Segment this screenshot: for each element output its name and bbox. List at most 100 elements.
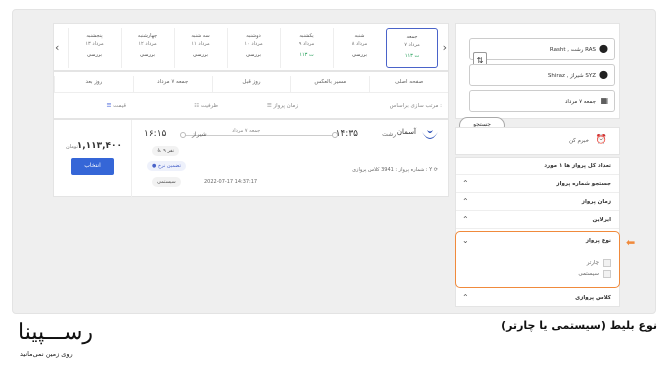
location-pin-icon: ⬤ <box>599 70 608 79</box>
airline-name: آسمان <box>396 128 416 136</box>
sort-capacity-label: ظرفیت <box>200 103 218 109</box>
day-price: بررسی <box>140 52 155 58</box>
day-name: شنبه <box>354 33 365 39</box>
airline-logo-icon <box>422 130 438 139</box>
date-value: جمعه ۷ مرداد <box>564 99 596 105</box>
tab-row: صفحه اصلی مسیر بالعکس روز قبل جمعه ۷ مرد… <box>54 76 448 93</box>
calendar-icon: ▦ <box>600 96 608 105</box>
day-thursday[interactable]: پنجشنبه ۱۳ مرداد بررسی <box>68 28 120 68</box>
next-arrow-icon[interactable]: › <box>443 41 447 54</box>
sort-label: مرتب سازی براساس : <box>389 103 442 109</box>
filter-count-label: تعداد کل پرواز ها ۱ مورد <box>544 163 611 169</box>
filter-flight-type[interactable]: نوع پرواز ⌄ چارتر سیستمی <box>455 231 620 288</box>
chevron-up-icon: ⌃ <box>462 293 469 302</box>
history-icon: ⟳ <box>433 167 438 173</box>
sort-capacity-option[interactable]: ☷ ظرفیت <box>194 103 218 109</box>
filter-label: جستجو شماره پرواز <box>556 181 611 187</box>
seats-chip: ♿ ۹ نفر <box>152 146 180 156</box>
flight-type-chip: سیستمی <box>152 177 181 187</box>
flight-card: ۱,۱۱۳,۴۰۰ تومان انتخاب آسمان ۱۴:۳۵ رشت ج… <box>53 119 449 198</box>
origin-field[interactable]: Rasht , رشت RAS ⬤ <box>469 38 615 60</box>
seats-count: ۹ نفر <box>163 148 175 154</box>
day-price: بررسی <box>87 52 102 58</box>
chevron-up-icon: ⌃ <box>462 197 469 206</box>
destination-city: شیراز <box>192 131 207 138</box>
day-price: بررسی <box>193 52 208 58</box>
destination-field[interactable]: Shiraz , شیراز SYZ ⬤ <box>469 64 615 86</box>
brand-name: رســـپینا <box>18 320 94 345</box>
fare-guarantee-label: تضمین نرخ <box>157 163 181 169</box>
day-date: ۱۱ مرداد <box>191 41 210 47</box>
tab-reverse-route[interactable]: مسیر بالعکس <box>290 76 369 92</box>
filter-flight-number[interactable]: جستجو شماره پرواز ⌃ <box>456 176 619 193</box>
price-panel: ۱,۱۱۳,۴۰۰ تومان انتخاب <box>54 120 132 198</box>
filter-label: نوع پرواز <box>585 238 611 244</box>
system-checkbox[interactable] <box>603 270 611 278</box>
notify-me-label: خبرم کن <box>568 138 589 144</box>
date-field[interactable]: جمعه ۷ مرداد ▦ <box>469 90 615 112</box>
filter-flight-time[interactable]: زمان پرواز ⌃ <box>456 194 619 211</box>
day-wednesday[interactable]: چهارشنبه ۱۲ مرداد بررسی <box>121 28 173 68</box>
sort-time-label: زمان پرواز <box>273 103 298 109</box>
day-name: یکشنبه <box>299 33 314 39</box>
day-saturday[interactable]: شنبه ۸ مرداد بررسی <box>333 28 385 68</box>
tab-next-day[interactable]: روز بعد <box>54 76 133 92</box>
tab-home[interactable]: صفحه اصلی <box>369 76 448 92</box>
filter-label: ایرلاین <box>592 217 611 223</box>
day-name: دوشنبه <box>246 33 261 39</box>
day-date: ۷ مرداد <box>404 42 420 48</box>
alarm-clock-icon: ⏰ <box>595 135 607 145</box>
flight-timestamp: 2022-07-17 14:37:17 <box>204 179 258 185</box>
day-tuesday[interactable]: سه شنبه ۱۱ مرداد بررسی <box>174 28 226 68</box>
system-label: سیستمی <box>578 271 599 277</box>
tab-previous-day[interactable]: روز قبل <box>211 76 291 92</box>
chevron-up-icon: ⌃ <box>462 179 469 188</box>
tab-current-day[interactable]: جمعه ۷ مرداد <box>132 76 212 92</box>
destination-value: Shiraz , شیراز SYZ <box>547 73 596 79</box>
day-price: بررسی <box>246 52 261 58</box>
origin-time: ۱۴:۳۵ <box>335 129 358 139</box>
sort-time-option[interactable]: ☰ زمان پرواز <box>267 103 298 109</box>
price-currency: تومان <box>66 144 78 150</box>
highlight-arrow-icon: ⬅ <box>626 236 636 249</box>
day-date: ۱۰ مرداد <box>244 41 263 47</box>
chevron-up-icon: ⌃ <box>462 215 469 224</box>
day-name: جمعه <box>406 34 418 40</box>
flight-meta: شماره پرواز : 3941 کلاس پروازی : Y ⟳ <box>352 167 438 173</box>
sort-row: مرتب سازی براساس : ☰ زمان پرواز ☷ ظرفیت … <box>54 99 448 115</box>
brand-tagline: روی زمین نمی‌مانید <box>20 350 73 358</box>
location-pin-icon: ⬤ <box>599 44 608 53</box>
sort-price-option[interactable]: ☰ قیمت <box>106 103 126 109</box>
prev-arrow-icon[interactable]: ‹ <box>55 41 59 54</box>
day-price: ۱۱۳ ت <box>404 53 420 59</box>
filter-airline[interactable]: ایرلاین ⌃ <box>456 212 619 229</box>
day-date: ۱۲ مرداد <box>138 41 157 47</box>
origin-city: رشت <box>382 131 396 138</box>
day-price: ۱۱۳ ت <box>299 52 314 58</box>
route-end-dot <box>332 132 338 138</box>
day-name: سه شنبه <box>191 33 210 39</box>
filter-label: زمان پرواز <box>581 199 611 205</box>
filter-class[interactable]: کلاس پروازی ⌃ <box>456 290 619 307</box>
origin-value: Rasht , رشت RAS <box>549 47 596 53</box>
route-start-dot <box>180 132 186 138</box>
search-box: Rasht , رشت RAS ⬤ ⇅ Shiraz , شیراز SYZ ⬤… <box>455 23 620 119</box>
day-sunday[interactable]: یکشنبه ۹ مرداد ۱۱۳ ت <box>280 28 332 68</box>
flight-number-class: شماره پرواز : 3941 کلاس پروازی : Y <box>352 167 433 173</box>
day-date: ۸ مرداد <box>351 41 368 47</box>
destination-time: ۱۶:۱۵ <box>144 129 167 139</box>
notify-me-box[interactable]: خبرم کن ⏰ <box>455 127 620 155</box>
fare-guarantee-chip: ● تضمین نرخ <box>147 161 186 171</box>
filter-label: کلاس پروازی <box>575 295 611 301</box>
day-monday[interactable]: دوشنبه ۱۰ مرداد بررسی <box>227 28 279 68</box>
filter-count-row: تعداد کل پرواز ها ۱ مورد <box>456 158 619 175</box>
select-flight-button[interactable]: انتخاب <box>71 158 114 175</box>
day-name: پنجشنبه <box>86 33 103 39</box>
brand-logo: رســـپینا روی زمین نمی‌مانید <box>18 322 108 362</box>
sort-bar: صفحه اصلی مسیر بالعکس روز قبل جمعه ۷ مرد… <box>53 71 449 119</box>
day-friday[interactable]: جمعه ۷ مرداد ۱۱۳ ت <box>386 28 438 68</box>
flight-price: ۱,۱۱۳,۴۰۰ <box>76 141 122 151</box>
charter-checkbox[interactable] <box>603 259 611 267</box>
charter-label: چارتر <box>586 260 599 266</box>
day-date: ۱۳ مرداد <box>85 41 104 47</box>
